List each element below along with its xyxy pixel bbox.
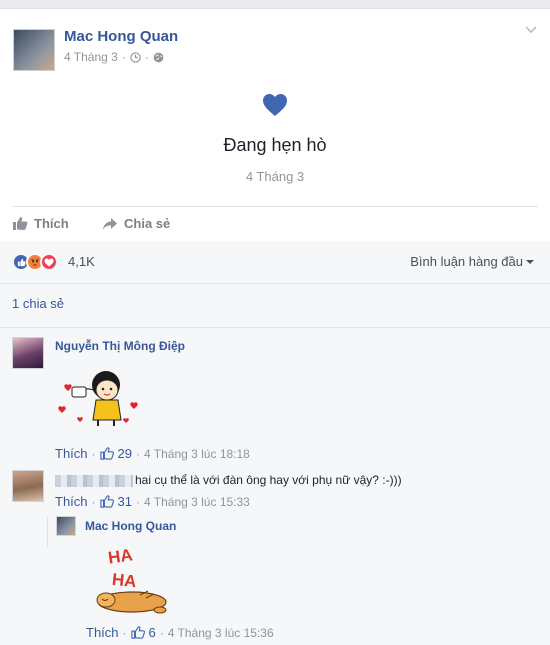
reply-time[interactable]: 4 Tháng 3 lúc 15:36 — [168, 626, 274, 640]
comment-avatar[interactable] — [12, 470, 44, 502]
comment-avatar[interactable] — [12, 337, 44, 369]
comment-time[interactable]: 4 Tháng 3 lúc 15:33 — [144, 495, 250, 509]
like-label: Thích — [34, 216, 69, 231]
thumbs-up-icon — [130, 626, 145, 639]
reactions-bar: 4,1K Bình luận hàng đầu — [0, 241, 550, 283]
post-date[interactable]: 4 Tháng 3 — [64, 50, 118, 64]
reply-avatar[interactable] — [56, 516, 76, 536]
reply-like-button[interactable]: Thích — [86, 625, 119, 640]
comment-text: hai cụ thể là với đàn ông hay với phụ nữ… — [55, 473, 402, 487]
svg-text:HA: HA — [107, 545, 134, 567]
haha-dog-sticker: HA HA — [96, 545, 167, 614]
reply-thread-line — [47, 517, 48, 547]
like-button[interactable]: Thích — [12, 216, 69, 231]
life-event-date: 4 Tháng 3 — [245, 169, 305, 184]
share-button[interactable]: Chia sẻ — [102, 216, 170, 231]
svg-text:HA: HA — [111, 570, 137, 591]
sort-label: Bình luận hàng đầu — [410, 254, 523, 269]
chevron-down-icon[interactable] — [524, 25, 538, 35]
comment-meta: Thích · 29 · 4 Tháng 3 lúc 18:18 — [55, 446, 250, 461]
life-event-title: Đang hẹn hò — [223, 135, 327, 155]
thumbs-up-icon — [99, 447, 114, 460]
comment-sort-dropdown[interactable]: Bình luận hàng đầu — [410, 254, 534, 269]
comment-like-button[interactable]: Thích — [55, 494, 88, 509]
reply-like-count[interactable]: 6 — [149, 625, 156, 640]
globe-icon[interactable] — [153, 52, 164, 63]
reply-author[interactable]: Mac Hong Quan — [85, 519, 176, 533]
comments-section: Nguyễn Thị Mông Điệp Thích · 29 · 4 Thán… — [0, 327, 550, 645]
post-meta: 4 Tháng 3 · · — [64, 50, 164, 64]
comment-author[interactable]: Nguyễn Thị Mông Điệp — [55, 339, 185, 353]
blurred-author-name — [55, 474, 133, 487]
clock-icon — [130, 51, 141, 63]
author-avatar[interactable] — [13, 29, 55, 71]
comment-meta: Thích · 31 · 4 Tháng 3 lúc 15:33 — [55, 494, 250, 509]
shares-bar: 1 chia sẻ — [0, 283, 550, 327]
love-icon — [40, 253, 58, 271]
reaction-icons[interactable] — [12, 253, 58, 271]
reaction-count[interactable]: 4,1K — [68, 254, 95, 269]
comment-time[interactable]: 4 Tháng 3 lúc 18:18 — [144, 447, 250, 461]
share-arrow-icon — [103, 217, 117, 230]
comment-like-count[interactable]: 29 — [118, 446, 132, 461]
share-label: Chia sẻ — [124, 216, 171, 231]
post-author[interactable]: Mac Hong Quan — [64, 28, 178, 45]
caret-down-icon — [526, 259, 534, 264]
thumbs-up-icon — [99, 495, 114, 508]
heart-icon — [263, 94, 287, 116]
post-card: Mac Hong Quan 4 Tháng 3 · · Đang hẹn hò … — [0, 8, 550, 645]
shares-link[interactable]: 1 chia sẻ — [12, 296, 64, 311]
hearts-girl-sticker — [58, 371, 138, 426]
reply-meta: Thích · 6 · 4 Tháng 3 lúc 15:36 — [86, 625, 274, 640]
comment-like-count[interactable]: 31 — [118, 494, 132, 509]
divider — [12, 206, 538, 207]
comment-like-button[interactable]: Thích — [55, 446, 88, 461]
thumbs-up-icon — [13, 217, 28, 230]
